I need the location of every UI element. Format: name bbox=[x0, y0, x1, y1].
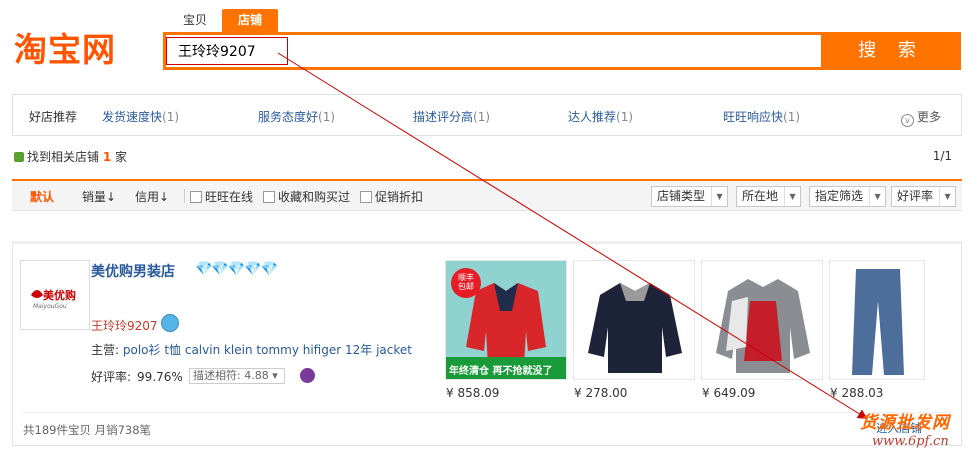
watermark-url: www.6pf.cn bbox=[872, 434, 949, 449]
annotation-arrow bbox=[277, 52, 868, 420]
watermark-title: 货源批发网 bbox=[860, 413, 950, 433]
